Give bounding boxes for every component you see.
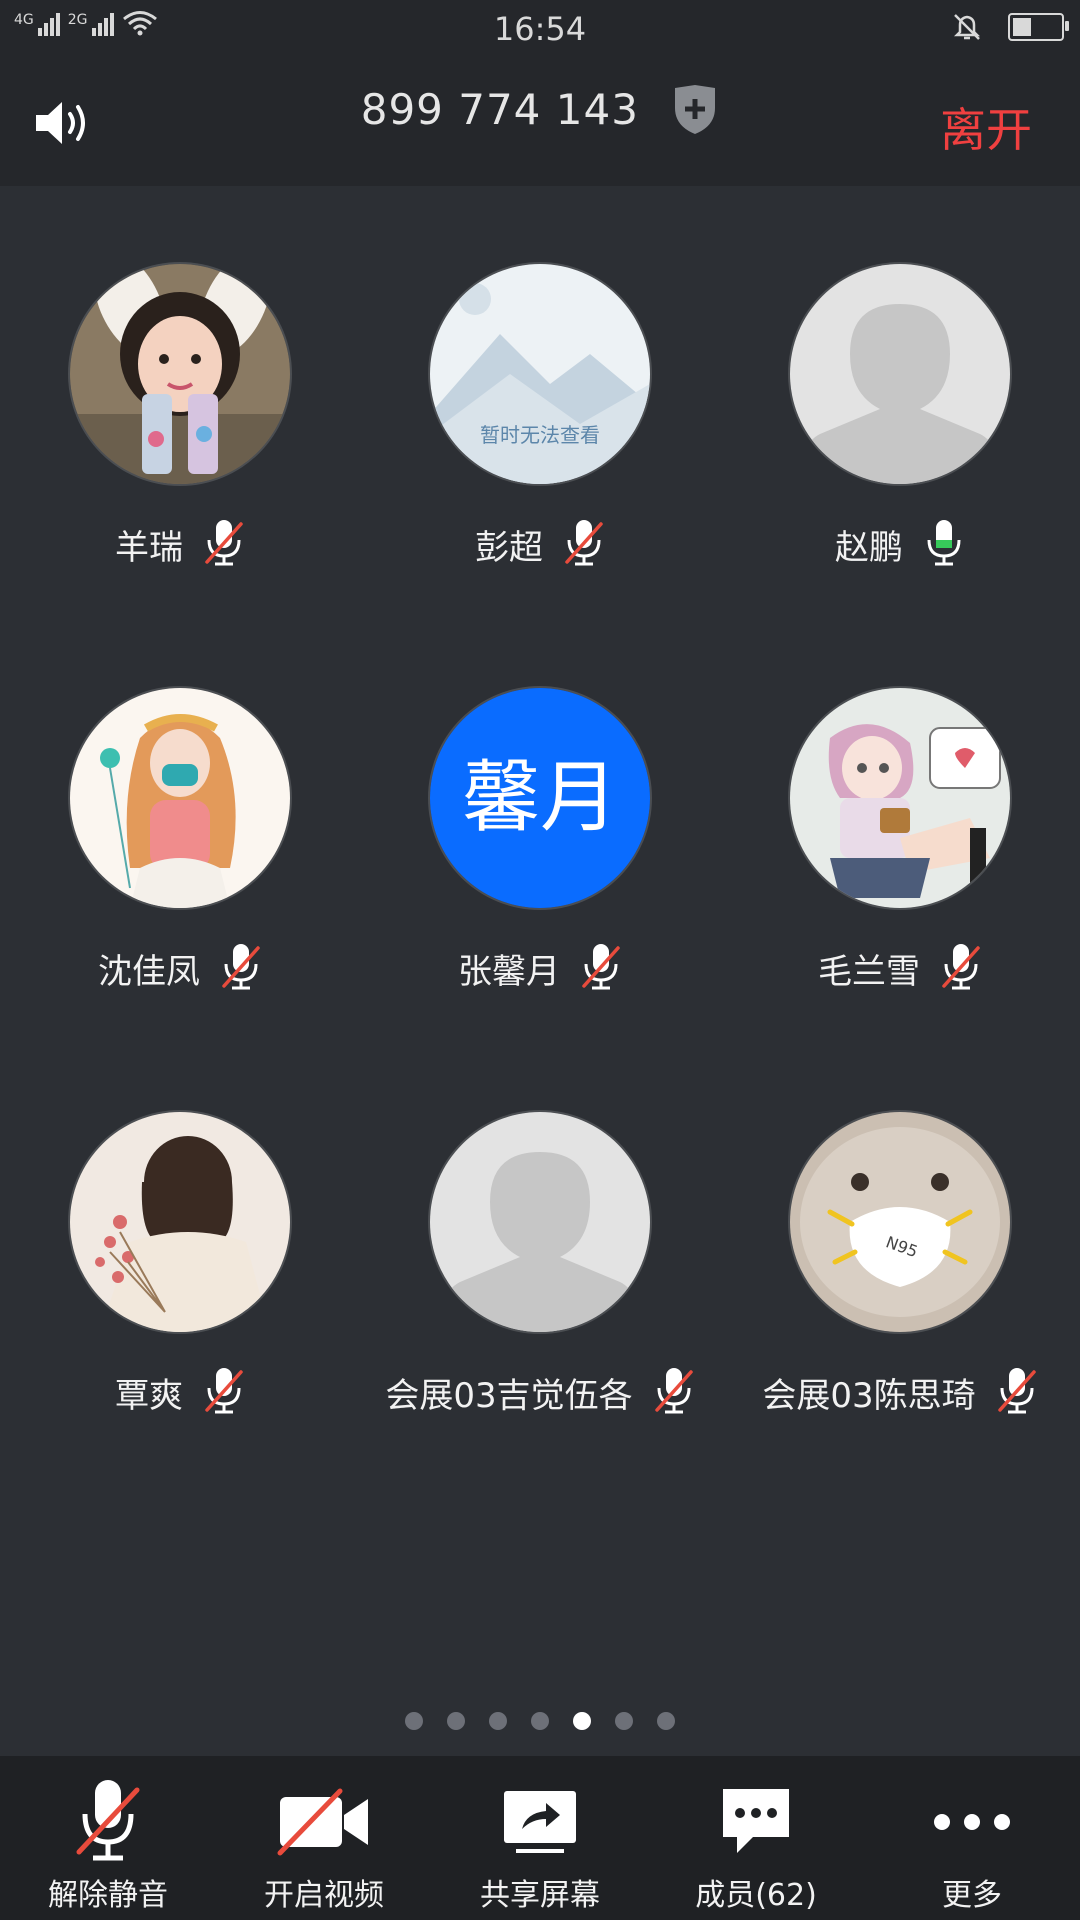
participant-avatar[interactable] (790, 688, 1010, 908)
mic-muted-icon (653, 1366, 695, 1418)
participant-name: 张馨月 (458, 951, 560, 992)
participant-name-row: 沈佳凤 (0, 938, 360, 998)
page-dot[interactable] (489, 1712, 507, 1730)
participant-name-row: 张馨月 (360, 938, 720, 998)
svg-text:暂时无法查看: 暂时无法查看 (480, 423, 600, 447)
start-video-button[interactable]: 开启视频 (216, 1756, 432, 1920)
chat-bubble-icon (723, 1789, 789, 1853)
mic-muted-icon (76, 1780, 140, 1861)
participant-tile[interactable]: 会展03吉觉伍各 (360, 1112, 720, 1442)
more-icon (934, 1814, 1010, 1830)
status-time: 16:54 (493, 10, 587, 48)
participant-name-row: 赵鹏 (720, 514, 1080, 574)
page-indicator[interactable] (0, 1712, 1080, 1730)
participant-name: 彭超 (475, 527, 543, 568)
participant-tile[interactable]: 沈佳凤 (0, 688, 360, 1018)
participant-name-row: 会展03陈思琦 (720, 1362, 1080, 1422)
participant-name: 沈佳凤 (98, 951, 200, 992)
page-dot[interactable] (531, 1712, 549, 1730)
mic-icon (923, 518, 965, 570)
mic-muted-icon (563, 518, 605, 570)
mic-muted-icon (203, 518, 245, 570)
participant-grid: 羊瑞 暂时无法查看 彭超 赵鹏 沈佳凤 馨月 张馨月 毛兰雪 覃爽 会展03吉觉… (0, 186, 1080, 1686)
participant-name: 覃爽 (115, 1375, 183, 1416)
more-label: 更多 (942, 1878, 1002, 1913)
unmute-label: 解除静音 (48, 1878, 168, 1913)
svg-text:馨月: 馨月 (462, 753, 618, 843)
meeting-id-text: 899 774 143 (360, 85, 639, 134)
participant-name: 羊瑞 (115, 527, 183, 568)
participant-tile[interactable]: N95 会展03陈思琦 (720, 1112, 1080, 1442)
page-dot[interactable] (615, 1712, 633, 1730)
participant-avatar[interactable] (70, 1112, 290, 1332)
share-screen-icon (504, 1791, 576, 1853)
mic-muted-icon (220, 942, 262, 994)
participant-tile[interactable]: 馨月张馨月 (360, 688, 720, 1018)
participant-avatar[interactable]: N95 (790, 1112, 1010, 1332)
share-screen-button[interactable]: 共享屏幕 (432, 1756, 648, 1920)
mic-muted-icon (996, 1366, 1038, 1418)
participant-avatar[interactable]: 馨月 (430, 688, 650, 908)
notifications-off-icon (953, 14, 981, 40)
meeting-header: 899 774 143 离开 (0, 58, 1080, 186)
status-bar: 4G 2G 16:54 (0, 0, 1080, 58)
bottom-toolbar: 解除静音 开启视频 共享屏幕 成员(62) 更多 (0, 1756, 1080, 1920)
mic-muted-icon (940, 942, 982, 994)
meeting-id[interactable]: 899 774 143 (0, 82, 1080, 136)
participant-name: 会展03吉觉伍各 (385, 1375, 633, 1416)
share-screen-label: 共享屏幕 (480, 1878, 600, 1913)
page-dot[interactable] (657, 1712, 675, 1730)
participant-tile[interactable]: 覃爽 (0, 1112, 360, 1442)
more-button[interactable]: 更多 (864, 1756, 1080, 1920)
participant-avatar[interactable] (70, 688, 290, 908)
mic-muted-icon (580, 942, 622, 994)
shield-plus-icon (675, 84, 716, 134)
battery-icon (1008, 13, 1069, 41)
participant-tile[interactable]: 赵鹏 (720, 264, 1080, 594)
page-dot[interactable] (405, 1712, 423, 1730)
participant-tile[interactable]: 羊瑞 (0, 264, 360, 594)
unmute-button[interactable]: 解除静音 (0, 1756, 216, 1920)
participant-tile[interactable]: 毛兰雪 (720, 688, 1080, 1018)
page-dot[interactable] (573, 1712, 591, 1730)
members-label: 成员(62) (695, 1878, 817, 1913)
leave-button[interactable]: 离开 (940, 94, 1032, 160)
video-off-icon (277, 1788, 368, 1856)
participant-avatar[interactable] (790, 264, 1010, 484)
mic-muted-icon (203, 1366, 245, 1418)
start-video-label: 开启视频 (264, 1878, 384, 1913)
participant-name: 毛兰雪 (818, 951, 920, 992)
participant-name: 会展03陈思琦 (762, 1375, 976, 1416)
page-dot[interactable] (447, 1712, 465, 1730)
participant-name-row: 彭超 (360, 514, 720, 574)
members-button[interactable]: 成员(62) (648, 1756, 864, 1920)
participant-name-row: 羊瑞 (0, 514, 360, 574)
participant-avatar[interactable] (430, 1112, 650, 1332)
participant-tile[interactable]: 暂时无法查看彭超 (360, 264, 720, 594)
participant-name-row: 会展03吉觉伍各 (360, 1362, 720, 1422)
participant-name-row: 毛兰雪 (720, 938, 1080, 998)
participant-name-row: 覃爽 (0, 1362, 360, 1422)
participant-avatar[interactable]: 暂时无法查看 (430, 264, 650, 484)
participant-avatar[interactable] (70, 264, 290, 484)
participant-name: 赵鹏 (835, 527, 903, 568)
